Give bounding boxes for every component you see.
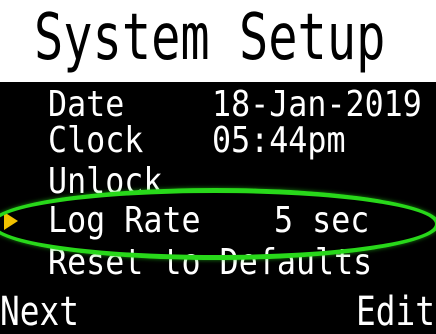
next-softkey[interactable]: Next: [0, 290, 79, 334]
menu-item-unlock-label[interactable]: Unlock: [48, 161, 162, 203]
menu-item-reset-label[interactable]: Reset to Defaults: [48, 242, 372, 284]
menu-item-log-rate-label[interactable]: Log Rate: [48, 200, 201, 242]
menu-item-clock-value: 05:44pm: [212, 120, 346, 161]
title-bar: System Setup: [0, 0, 436, 82]
device-screen: System Setup Date 18-Jan-2019 Clock 05:4…: [0, 0, 436, 334]
page-title: System Setup: [34, 1, 386, 75]
menu-item-clock-label[interactable]: Clock: [48, 120, 143, 162]
menu-item-log-rate-value: 5 sec: [274, 200, 370, 241]
triangle-right-icon: [4, 212, 18, 230]
edit-softkey[interactable]: Edit: [356, 290, 435, 334]
